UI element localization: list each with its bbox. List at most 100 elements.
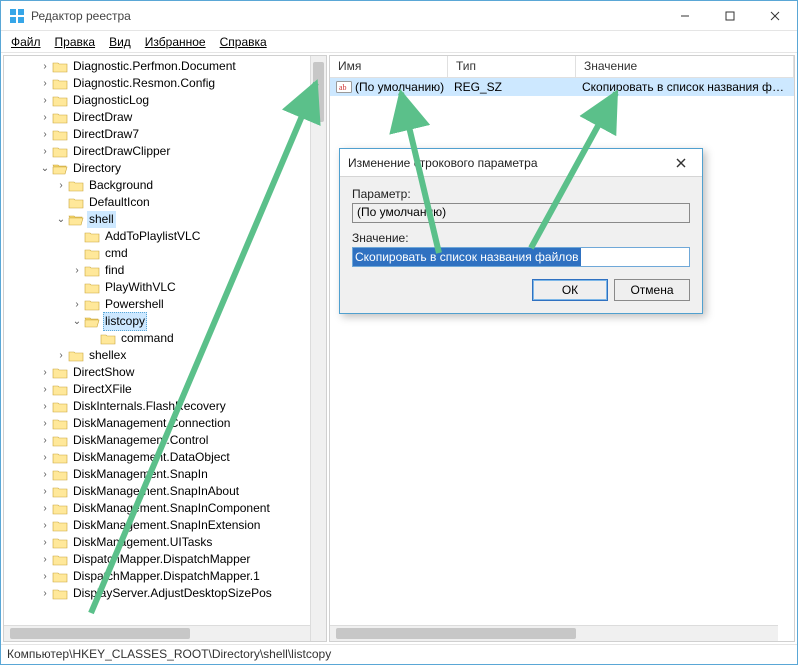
expand-toggle[interactable]: › [38, 364, 52, 381]
window-title: Редактор реестра [31, 9, 662, 23]
folder-icon [52, 536, 68, 550]
tree-item[interactable]: ›DirectShow [6, 364, 326, 381]
tree-item[interactable]: command [6, 330, 326, 347]
expand-toggle[interactable]: › [38, 92, 52, 109]
tree-item[interactable]: ⌄shell [6, 211, 326, 228]
expand-toggle[interactable]: › [38, 483, 52, 500]
folder-icon [52, 77, 68, 91]
expand-toggle[interactable]: › [38, 551, 52, 568]
tree-item[interactable]: AddToPlaylistVLC [6, 228, 326, 245]
expand-toggle[interactable]: › [38, 500, 52, 517]
menu-help[interactable]: Справка [214, 33, 273, 51]
expand-toggle[interactable]: ⌄ [54, 211, 68, 228]
expand-toggle[interactable]: › [38, 58, 52, 75]
tree-item[interactable]: ›DiskManagement.SnapInExtension [6, 517, 326, 534]
col-value[interactable]: Значение [576, 56, 794, 77]
tree-item-label: AddToPlaylistVLC [103, 228, 202, 245]
close-button[interactable] [752, 1, 797, 30]
tree-item[interactable]: ›DiskManagement.UITasks [6, 534, 326, 551]
value-label: Значение: [352, 231, 690, 245]
tree-item[interactable]: PlayWithVLC [6, 279, 326, 296]
expand-toggle[interactable]: ⌄ [38, 160, 52, 177]
tree-item[interactable]: ›find [6, 262, 326, 279]
expand-toggle[interactable]: › [38, 432, 52, 449]
expand-toggle[interactable]: › [38, 449, 52, 466]
param-label: Параметр: [352, 187, 690, 201]
ok-button[interactable]: ОК [532, 279, 608, 301]
tree-item[interactable]: › DirectDraw [6, 109, 326, 126]
col-type[interactable]: Тип [448, 56, 576, 77]
tree-item[interactable]: DefaultIcon [6, 194, 326, 211]
tree-item-label: DiskManagement.SnapIn [71, 466, 210, 483]
tree-item[interactable]: ›Diagnostic.Resmon.Config [6, 75, 326, 92]
menu-edit[interactable]: Правка [49, 33, 102, 51]
tree-item[interactable]: ›DiagnosticLog [6, 92, 326, 109]
folder-icon [68, 213, 84, 227]
value-name: (По умолчанию) [355, 80, 444, 94]
tree-item[interactable]: ›DiskManagement.SnapInComponent [6, 500, 326, 517]
tree-item-label: Directory [71, 160, 123, 177]
folder-icon [84, 298, 100, 312]
tree-item[interactable]: ›DiskInternals.FlashRecovery [6, 398, 326, 415]
tree-scrollbar-vertical[interactable] [310, 56, 326, 641]
tree-item[interactable]: ›Powershell [6, 296, 326, 313]
value-row[interactable]: ab (По умолчанию) REG_SZ Скопировать в с… [330, 78, 794, 96]
tree-item[interactable]: ›DirectDrawClipper [6, 143, 326, 160]
menu-view[interactable]: Вид [103, 33, 137, 51]
expand-toggle[interactable]: › [38, 534, 52, 551]
registry-tree[interactable]: ›Diagnostic.Perfmon.Document›Diagnostic.… [4, 56, 326, 604]
expand-toggle[interactable]: › [38, 568, 52, 585]
folder-icon [52, 587, 68, 601]
expand-toggle[interactable]: › [38, 109, 52, 126]
col-name[interactable]: Имя [330, 56, 448, 77]
tree-item[interactable]: ›Diagnostic.Perfmon.Document [6, 58, 326, 75]
value-data: Скопировать в список названия файлов [576, 79, 794, 95]
expand-toggle[interactable]: ⌄ [70, 313, 84, 330]
tree-item[interactable]: ›DispatchMapper.DispatchMapper.1 [6, 568, 326, 585]
tree-item[interactable]: ›DisplayServer.AdjustDesktopSizePos [6, 585, 326, 602]
expand-toggle[interactable]: › [38, 75, 52, 92]
tree-item[interactable]: › DiskManagement.SnapIn [6, 466, 326, 483]
values-scrollbar-horizontal[interactable] [330, 625, 778, 641]
tree-item[interactable]: › DirectDraw7 [6, 126, 326, 143]
tree-item-label: DirectDraw7 [71, 126, 141, 143]
folder-icon [84, 247, 100, 261]
value-data-input[interactable]: Скопировать в список названия файлов [352, 247, 690, 267]
maximize-button[interactable] [707, 1, 752, 30]
expand-toggle[interactable]: › [70, 296, 84, 313]
tree-item[interactable]: ›DirectXFile [6, 381, 326, 398]
tree-item-label: DirectDraw [71, 109, 134, 126]
menu-favorites[interactable]: Избранное [139, 33, 212, 51]
tree-item[interactable]: ›shellex [6, 347, 326, 364]
tree-item[interactable]: ⌄ Directory [6, 160, 326, 177]
menu-file[interactable]: Файл [5, 33, 47, 51]
expand-toggle[interactable]: › [38, 517, 52, 534]
tree-scrollbar-horizontal[interactable] [4, 625, 310, 641]
tree-item[interactable]: ⌄listcopy [6, 313, 326, 330]
expand-toggle[interactable]: › [54, 347, 68, 364]
tree-item[interactable]: ›DiskManagement.Connection [6, 415, 326, 432]
tree-item-label: DiskManagement.DataObject [71, 449, 232, 466]
dialog-close-button[interactable] [668, 153, 694, 173]
expand-toggle[interactable]: › [38, 126, 52, 143]
expand-toggle[interactable]: › [38, 381, 52, 398]
expand-toggle[interactable]: › [38, 143, 52, 160]
tree-item[interactable]: › DiskManagement.DataObject [6, 449, 326, 466]
cancel-button[interactable]: Отмена [614, 279, 690, 301]
expand-toggle[interactable]: › [54, 177, 68, 194]
tree-item[interactable]: ›Background [6, 177, 326, 194]
minimize-button[interactable] [662, 1, 707, 30]
expand-toggle[interactable]: › [38, 585, 52, 602]
folder-icon [84, 264, 100, 278]
expand-toggle[interactable]: › [70, 262, 84, 279]
param-name-field: (По умолчанию) [352, 203, 690, 223]
tree-item[interactable]: ›DispatchMapper.DispatchMapper [6, 551, 326, 568]
edit-string-dialog: Изменение строкового параметра Параметр:… [339, 148, 703, 314]
expand-toggle[interactable]: › [38, 466, 52, 483]
tree-item[interactable]: cmd [6, 245, 326, 262]
folder-icon [52, 451, 68, 465]
expand-toggle[interactable]: › [38, 398, 52, 415]
tree-item[interactable]: ›DiskManagement.SnapInAbout [6, 483, 326, 500]
tree-item[interactable]: ›DiskManagement.Control [6, 432, 326, 449]
expand-toggle[interactable]: › [38, 415, 52, 432]
